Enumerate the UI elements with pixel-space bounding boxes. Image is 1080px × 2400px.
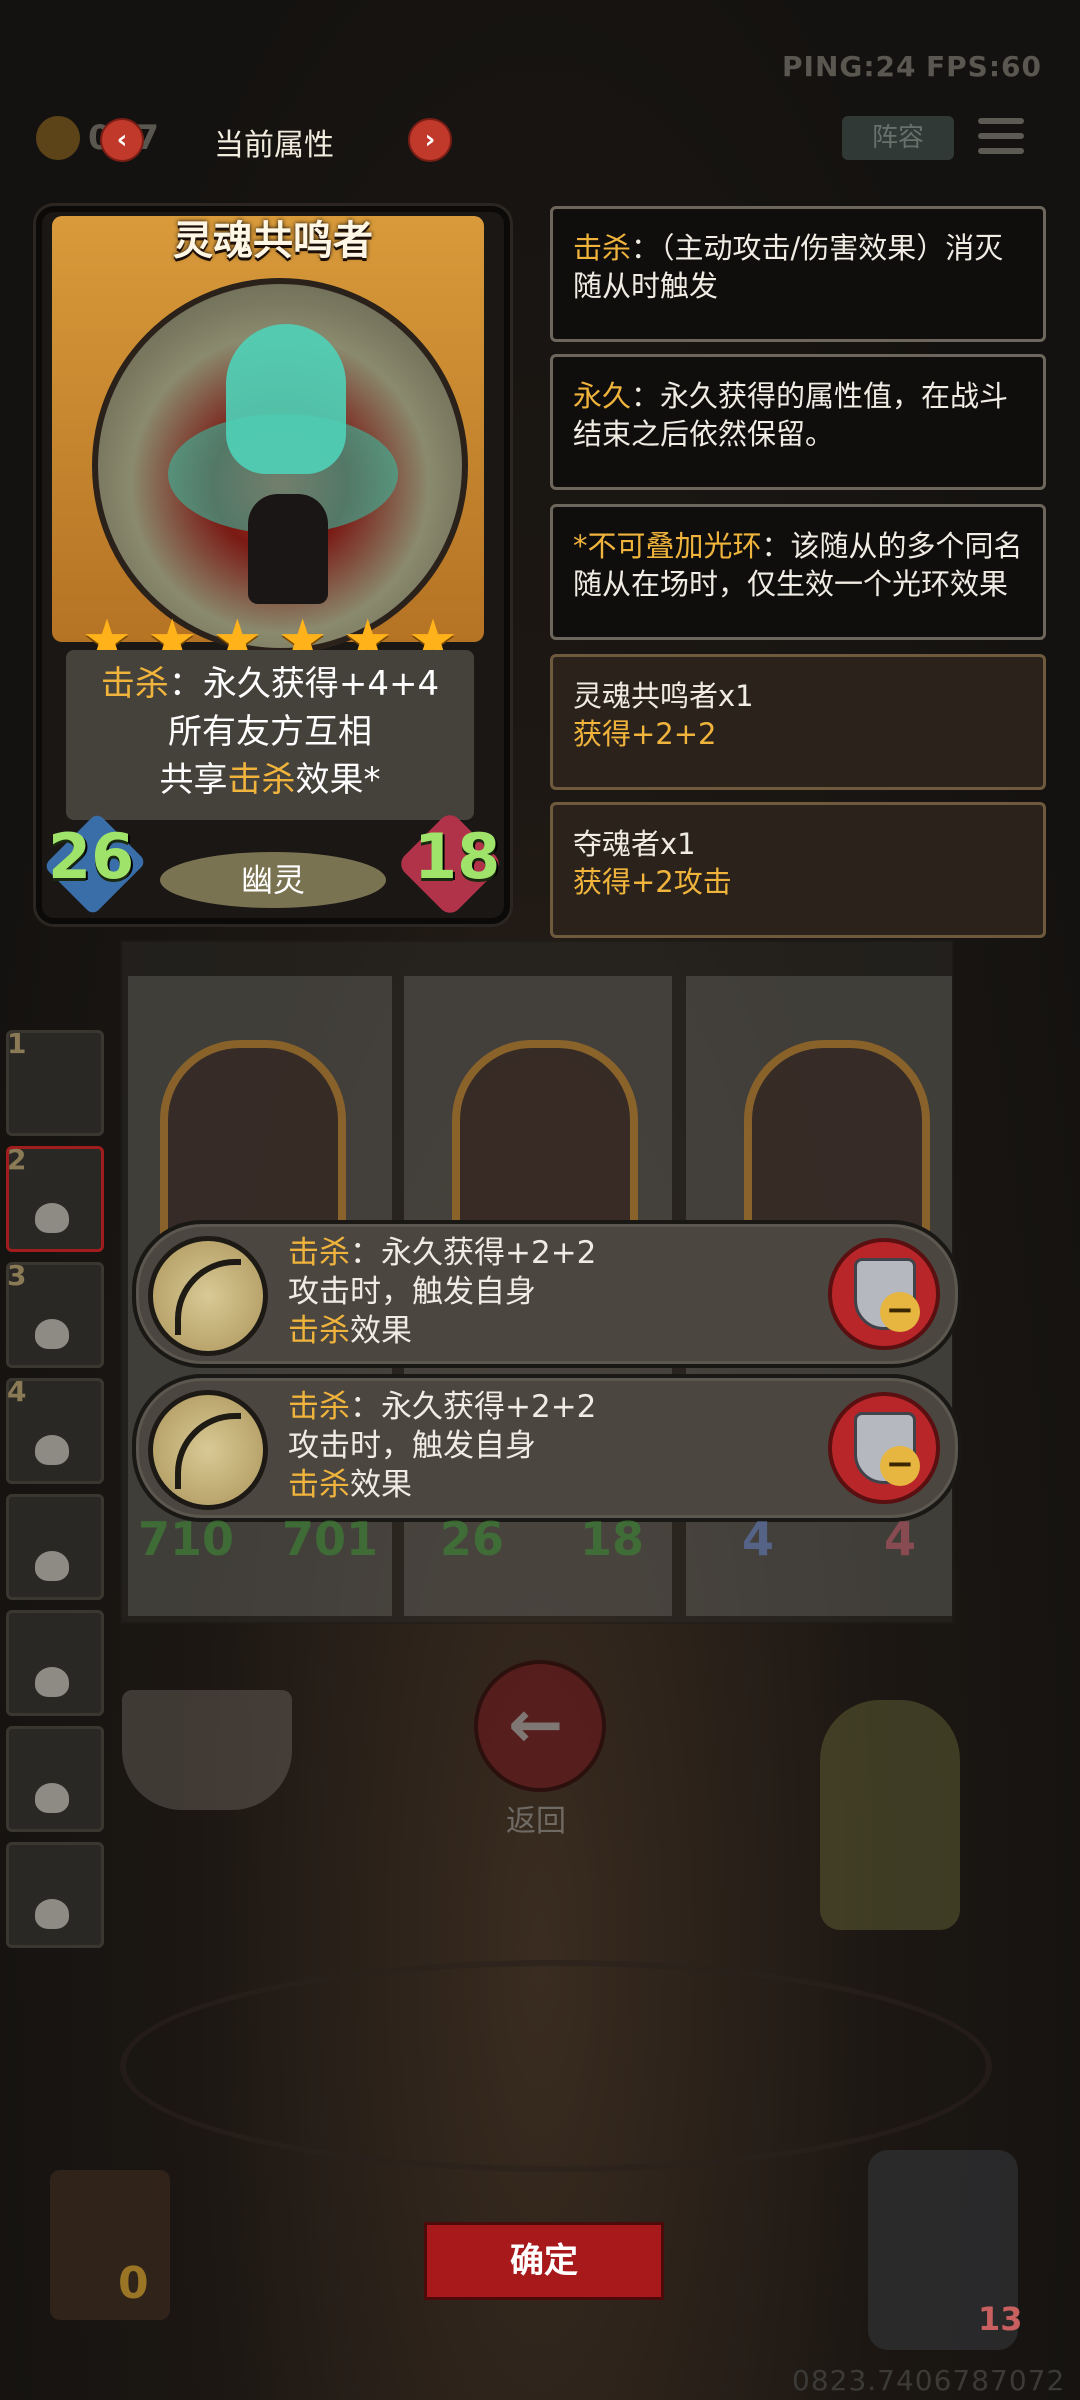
back-label: 返回	[506, 1804, 566, 1839]
minus-icon: −	[880, 1292, 920, 1332]
user-id: 0823.7406787072	[792, 2364, 1066, 2397]
card-health: 18	[414, 820, 501, 893]
buff-tip-soul-resonator: 灵魂共鸣者x1 获得+2+2	[550, 654, 1046, 790]
buff-tip-soul-stealer: 夺魂者x1 获得+2攻击	[550, 802, 1046, 938]
lineup-button[interactable]: 阵容	[842, 116, 954, 160]
ping-readout: PING:24	[782, 50, 917, 83]
keyword-tip-aura: *不可叠加光环：该随从的多个同名随从在场时，仅生效一个光环效果	[550, 504, 1046, 640]
scythe-icon	[148, 1390, 268, 1510]
card-ability-line3: 共享击杀效果*	[159, 760, 381, 800]
skull-icon	[35, 1667, 69, 1697]
back-button[interactable]: ←	[474, 1660, 606, 1792]
board-stat: 701	[282, 1512, 379, 1566]
menu-icon[interactable]	[978, 118, 1024, 158]
keyword-tip-permanent: 永久：永久获得的属性值，在战斗结束之后依然保留。	[550, 354, 1046, 490]
minion-frame-dragon[interactable]	[160, 1040, 346, 1246]
side-card-5[interactable]	[6, 1494, 104, 1600]
card-ability-line2: 所有友方互相	[168, 712, 372, 752]
skull-icon	[35, 1899, 69, 1929]
deck-icon[interactable]	[50, 2170, 170, 2320]
board-stat: 710	[138, 1512, 235, 1566]
skull-icon	[35, 1203, 69, 1233]
player-hp: 13	[978, 2300, 1023, 2338]
board-stat: 4	[742, 1512, 775, 1566]
remove-shield-button[interactable]: −	[828, 1392, 940, 1504]
scythe-icon	[148, 1236, 268, 1356]
next-arrow-button[interactable]: ›	[408, 118, 452, 162]
necromancer-figure	[248, 494, 328, 604]
effect-description: 击杀：永久获得+2+2 攻击时，触发自身 击杀效果	[288, 1235, 597, 1349]
card-artwork	[92, 278, 468, 654]
board-stat: 18	[580, 1512, 645, 1566]
teacup-decoration	[122, 1690, 292, 1810]
side-card-6[interactable]	[6, 1610, 104, 1716]
minion-frame-clown[interactable]	[744, 1040, 930, 1246]
side-card-7[interactable]	[6, 1726, 104, 1832]
side-card-1[interactable]: 1	[6, 1027, 104, 1136]
deck-count: 0	[118, 2258, 149, 2309]
minion-frame-robot[interactable]	[452, 1040, 638, 1246]
skull-icon	[35, 1319, 69, 1349]
side-card-3[interactable]: 3	[6, 1259, 104, 1368]
minus-icon: −	[880, 1446, 920, 1486]
side-card-2[interactable]: 2	[6, 1143, 104, 1252]
board-stat: 4	[884, 1512, 917, 1566]
skull-icon	[35, 1783, 69, 1813]
effect-entry[interactable]: 击杀：永久获得+2+2 攻击时，触发自身 击杀效果 −	[132, 1374, 962, 1522]
table-decoration	[120, 1960, 992, 2172]
effect-description: 击杀：永久获得+2+2 攻击时，触发自身 击杀效果	[288, 1389, 597, 1503]
card-attack: 26	[48, 820, 135, 893]
card-ability-box: 击杀：永久获得+4+4 所有友方互相 共享击杀效果*	[66, 650, 474, 820]
gold-coin-icon	[36, 116, 80, 160]
prev-arrow-button[interactable]: ‹	[100, 118, 144, 162]
skull-icon	[35, 1435, 69, 1465]
ghost-figure	[226, 324, 346, 474]
side-card-4[interactable]: 4	[6, 1375, 104, 1484]
card-ability-line1: 击杀：永久获得+4+4	[100, 664, 440, 704]
board-stat: 26	[440, 1512, 505, 1566]
side-card-8[interactable]	[6, 1842, 104, 1948]
card-name: 灵魂共鸣者	[173, 218, 373, 264]
character-figure	[820, 1700, 960, 1930]
panel-title: 当前属性	[214, 128, 334, 163]
back-arrow-icon: ←	[508, 1686, 564, 1763]
remove-shield-button[interactable]: −	[828, 1238, 940, 1350]
confirm-button[interactable]: 确定	[424, 2222, 664, 2300]
skull-icon	[35, 1551, 69, 1581]
fps-readout: FPS:60	[926, 50, 1042, 83]
effect-entry[interactable]: 击杀：永久获得+2+2 攻击时，触发自身 击杀效果 −	[132, 1220, 962, 1368]
card-tribe: 幽灵	[160, 852, 386, 908]
keyword-tip-kill: 击杀：（主动攻击/伤害效果）消灭随从时触发	[550, 206, 1046, 342]
